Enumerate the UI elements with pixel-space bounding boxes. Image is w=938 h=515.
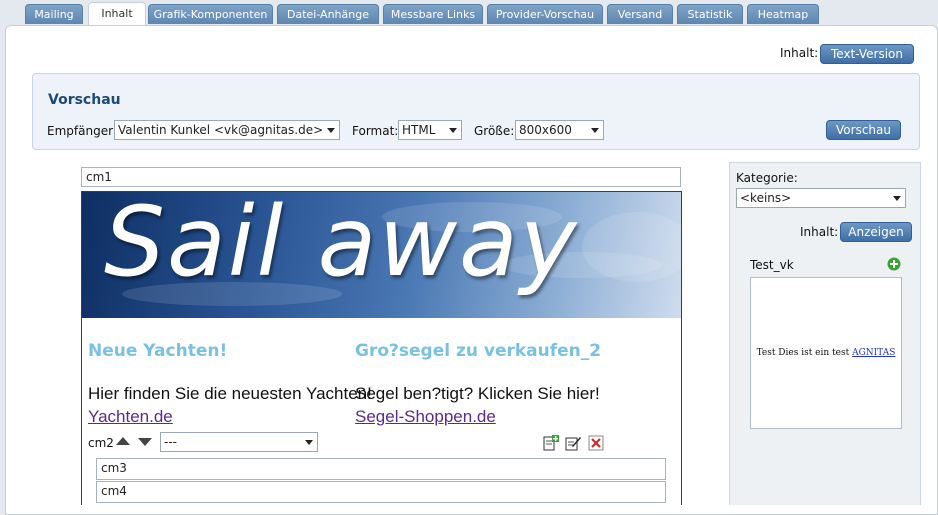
cm2-select[interactable]: --- — [160, 432, 318, 452]
tab-heatmap[interactable]: Heatmap — [747, 4, 819, 24]
column-link-2[interactable]: Segel-Shoppen.de — [355, 407, 496, 427]
text-version-button[interactable]: Text-Version — [820, 44, 914, 64]
tab-messbare-links[interactable]: Messbare Links — [383, 4, 483, 24]
chevron-down-icon — [449, 128, 457, 133]
show-button[interactable]: Anzeigen — [840, 222, 912, 242]
preview-title: Vorschau — [48, 92, 121, 108]
format-label: Format: — [352, 124, 399, 138]
category-label: Kategorie: — [736, 171, 798, 185]
arrow-down-icon[interactable] — [138, 438, 152, 446]
template-name: Test_vk — [750, 258, 794, 272]
thumbnail-link: AGNITAS — [852, 348, 896, 358]
tab-provider-vorschau[interactable]: Provider-Vorschau — [487, 4, 603, 24]
column-link-1[interactable]: Yachten.de — [88, 407, 173, 427]
column-text-2: Segel ben?tigt? Klicken Sie hier! — [355, 384, 600, 403]
chevron-down-icon — [305, 440, 313, 445]
tab-bar: Mailing Inhalt Grafik-Komponenten Datei-… — [0, 0, 938, 26]
mail-preview: Sail away Neue Yachten! Gro?segel zu ver… — [81, 191, 682, 505]
size-value: 800x600 — [519, 123, 572, 137]
tab-statistik[interactable]: Statistik — [677, 4, 743, 24]
category-value: <keins> — [740, 191, 792, 205]
chevron-down-icon — [893, 196, 901, 201]
recipient-label: Empfänger: — [47, 124, 117, 138]
thumbnail-text: Test Dies ist ein test — [756, 348, 850, 358]
component-name-field[interactable]: cm1 — [81, 167, 681, 187]
category-select[interactable]: <keins> — [736, 188, 906, 208]
chevron-down-icon — [591, 128, 599, 133]
thumbnail-content: Test Dies ist ein test AGNITAS — [751, 348, 901, 358]
column-title-1: Neue Yachten! — [88, 341, 228, 361]
edit-component-icon[interactable] — [565, 435, 581, 451]
cm2-select-value: --- — [164, 435, 177, 449]
sub-component-field[interactable]: cm3 — [96, 458, 666, 480]
recipient-value: Valentin Kunkel <vk@agnitas.de> — [118, 123, 324, 137]
tab-grafik-komponenten[interactable]: Grafik-Komponenten — [148, 4, 273, 24]
banner-image: Sail away — [82, 192, 681, 318]
add-template-icon[interactable] — [887, 257, 901, 271]
inhalt-label: Inhalt: — [780, 46, 819, 60]
tab-mailing[interactable]: Mailing — [25, 4, 83, 24]
chevron-down-icon — [327, 128, 335, 133]
tab-datei-anhaenge[interactable]: Datei-Anhänge — [277, 4, 379, 24]
preview-button[interactable]: Vorschau — [826, 120, 901, 140]
size-select[interactable]: 800x600 — [515, 120, 604, 140]
add-component-icon[interactable] — [543, 435, 559, 451]
format-select[interactable]: HTML — [398, 120, 462, 140]
column-title-2: Gro?segel zu verkaufen_2 — [355, 341, 602, 361]
column-text-1: Hier finden Sie die neuesten Yachten! — [88, 384, 372, 403]
recipient-select[interactable]: Valentin Kunkel <vk@agnitas.de> — [114, 120, 340, 140]
template-thumbnail[interactable]: Test Dies ist ein test AGNITAS — [750, 277, 902, 429]
format-value: HTML — [402, 123, 436, 137]
template-sidebar: Kategorie: <keins> Inhalt: Anzeigen Test… — [729, 162, 921, 505]
delete-component-icon[interactable] — [588, 435, 604, 451]
banner-text: Sail away — [104, 192, 579, 298]
arrow-up-icon[interactable] — [116, 437, 130, 445]
size-label: Größe: — [474, 124, 515, 138]
sub-component-field[interactable]: cm4 — [96, 481, 666, 503]
tab-versand[interactable]: Versand — [607, 4, 673, 24]
tab-inhalt[interactable]: Inhalt — [88, 2, 146, 26]
cm2-label: cm2 — [88, 436, 114, 450]
sidebar-inhalt-label: Inhalt: — [800, 225, 839, 239]
